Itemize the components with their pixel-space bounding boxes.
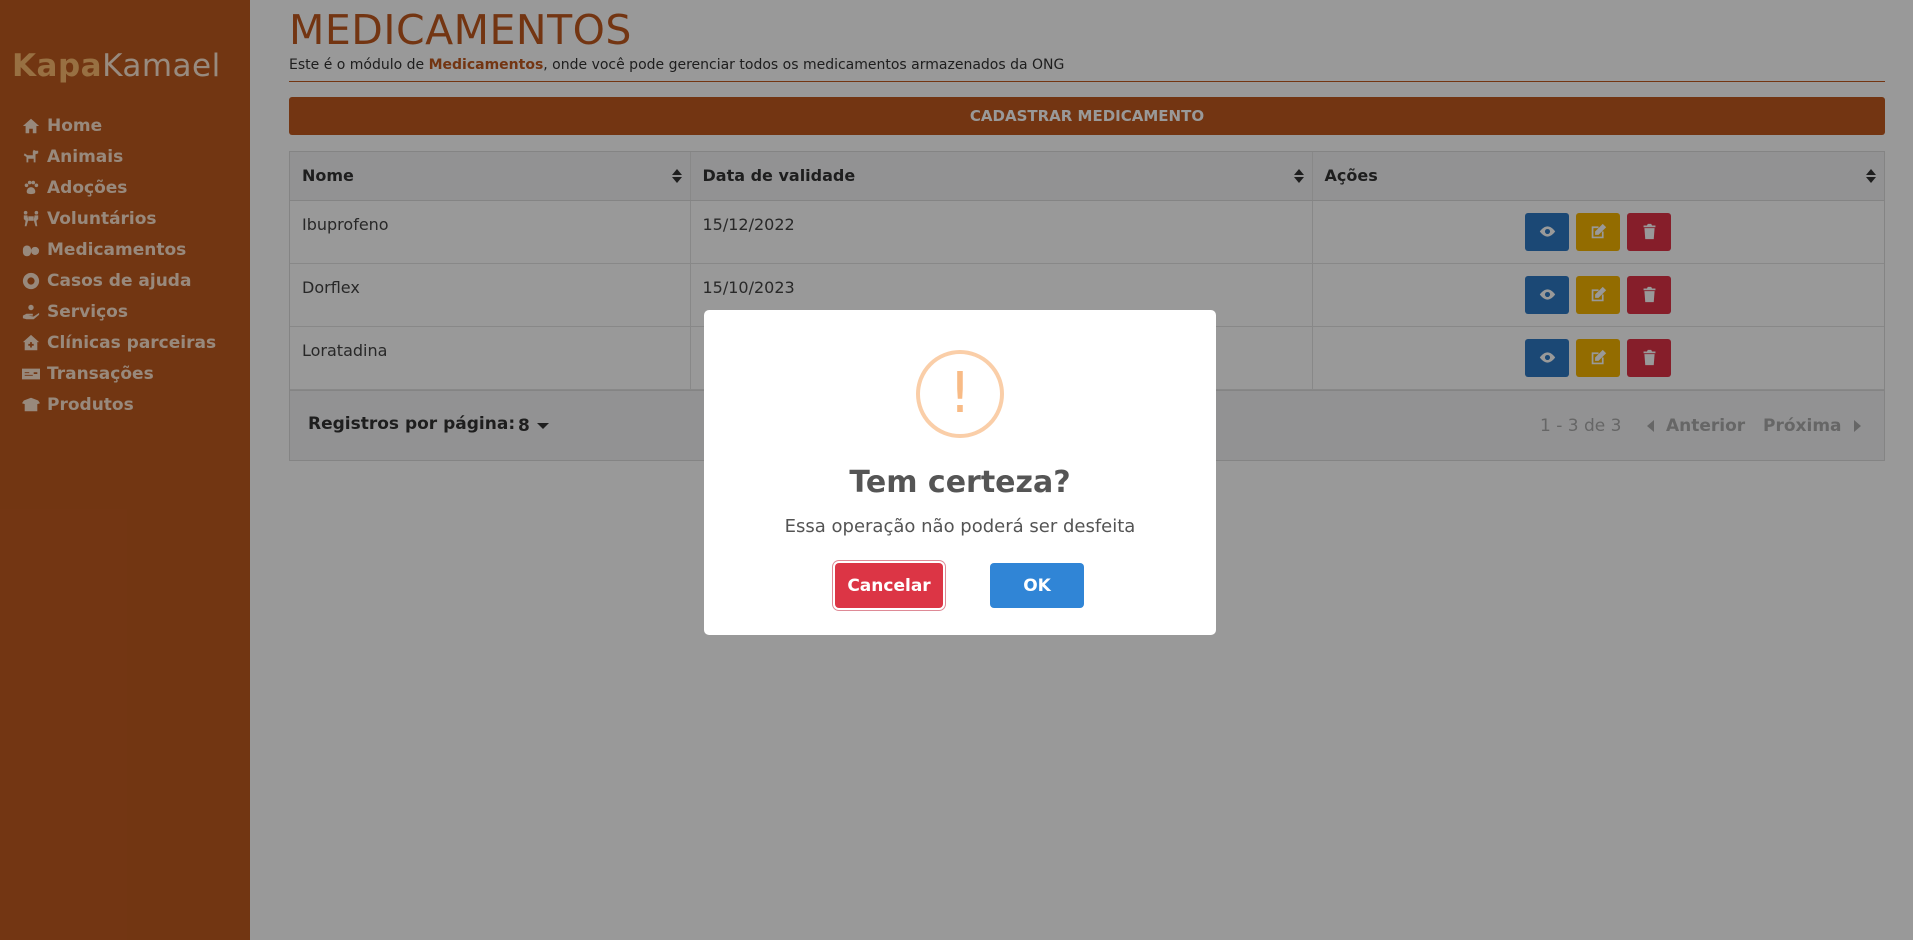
dialog-message: Essa operação não poderá ser desfeita xyxy=(784,516,1136,537)
dialog-title: Tem certeza? xyxy=(849,465,1071,500)
ok-button[interactable]: OK xyxy=(990,563,1084,608)
confirm-dialog: ! Tem certeza? Essa operação não poderá … xyxy=(704,310,1216,635)
warning-symbol: ! xyxy=(948,361,972,426)
warning-icon: ! xyxy=(916,350,1004,438)
cancel-button[interactable]: Cancelar xyxy=(835,563,943,608)
